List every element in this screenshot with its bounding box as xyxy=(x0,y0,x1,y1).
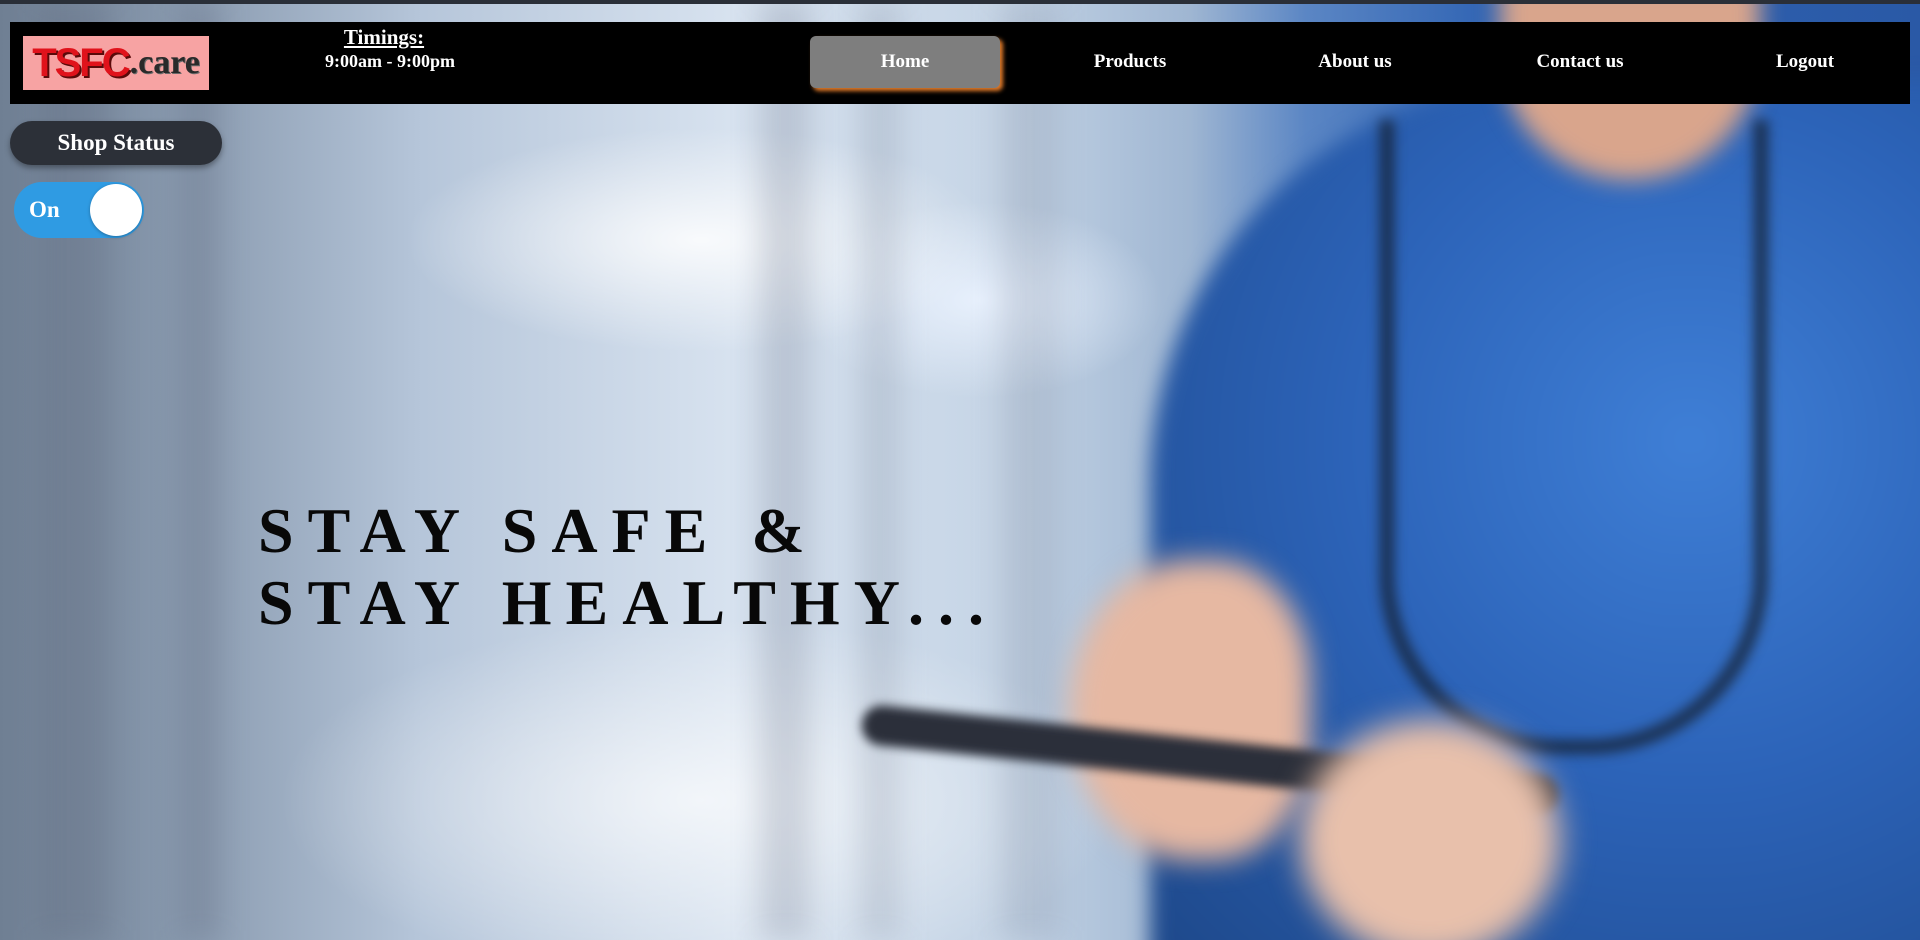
page: TSFC .care Timings: 9:00am - 9:00pm Home … xyxy=(0,0,1920,940)
background-image xyxy=(0,0,1920,940)
main-nav: Home Products About us Contact us Logout xyxy=(810,36,1920,88)
timings-title: Timings: xyxy=(343,25,425,49)
shop-status-label: Shop Status xyxy=(10,121,222,165)
timings-hours: 9:00am - 9:00pm xyxy=(325,51,455,71)
logo-brand-text: TSFC xyxy=(32,40,130,85)
shop-status-toggle[interactable]: On xyxy=(14,182,144,238)
top-edge-strip xyxy=(0,0,1920,4)
navbar: TSFC .care Timings: 9:00am - 9:00pm Home … xyxy=(10,22,1910,104)
nav-logout-link[interactable]: Logout xyxy=(1710,36,1900,88)
shop-timings: Timings: 9:00am - 9:00pm xyxy=(300,24,480,72)
toggle-knob[interactable] xyxy=(90,184,142,236)
hero-heading: STAY SAFE & STAY HEALTHY... xyxy=(258,495,998,639)
nav-about-link[interactable]: About us xyxy=(1260,36,1450,88)
hero-line-2: STAY HEALTHY... xyxy=(258,567,999,638)
logo-tld-text: .care xyxy=(129,44,200,81)
nav-contact-link[interactable]: Contact us xyxy=(1485,36,1675,88)
nav-home-link[interactable]: Home xyxy=(810,36,1000,88)
hero-line-1: STAY SAFE & xyxy=(258,495,819,566)
toggle-label: On xyxy=(29,197,60,222)
logo[interactable]: TSFC .care xyxy=(23,36,209,90)
nav-products-link[interactable]: Products xyxy=(1035,36,1225,88)
